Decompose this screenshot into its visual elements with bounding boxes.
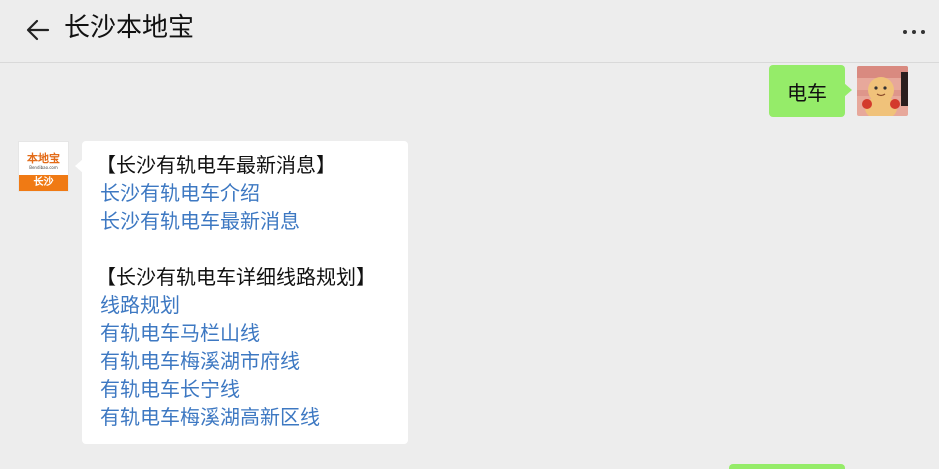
logo-text: 本地宝 (27, 151, 60, 165)
chat-window: 长沙本地宝 电车 本地宝 Bendibao.com 长沙 【长沙有轨电车最新消息… (0, 0, 939, 469)
link-tram-news[interactable]: 长沙有轨电车最新消息 (100, 207, 394, 235)
chat-title: 长沙本地宝 (64, 13, 195, 43)
link-route-planning[interactable]: 线路规划 (100, 291, 394, 319)
link-meixihu-shifu-line[interactable]: 有轨电车梅溪湖市府线 (100, 347, 394, 375)
bot-avatar[interactable]: 本地宝 Bendibao.com 长沙 (18, 141, 69, 192)
cartoon-avatar-icon (857, 66, 908, 116)
sent-message-text: 电车 (787, 80, 827, 105)
logo-city: 长沙 (19, 175, 68, 191)
more-dots-icon (903, 30, 907, 34)
section-title-news: 【长沙有轨电车最新消息】 (96, 153, 336, 177)
more-button[interactable] (897, 20, 931, 44)
chat-header: 长沙本地宝 (0, 0, 939, 63)
link-tram-intro[interactable]: 长沙有轨电车介绍 (100, 179, 394, 207)
next-sent-message-bubble[interactable] (729, 464, 845, 469)
link-meixihu-gaoxin-line[interactable]: 有轨电车梅溪湖高新区线 (100, 403, 394, 431)
back-button[interactable] (18, 10, 58, 50)
back-arrow-icon (26, 19, 50, 41)
link-changning-line[interactable]: 有轨电车长宁线 (100, 375, 394, 403)
link-malanshan-line[interactable]: 有轨电车马栏山线 (100, 319, 394, 347)
received-message-bubble: 【长沙有轨电车最新消息】 长沙有轨电车介绍 长沙有轨电车最新消息 【长沙有轨电车… (75, 141, 408, 444)
logo-url: Bendibao.com (29, 164, 58, 170)
section-title-routes: 【长沙有轨电车详细线路规划】 (96, 265, 376, 289)
user-avatar[interactable] (857, 66, 908, 116)
bendibao-logo: 本地宝 Bendibao.com (19, 142, 68, 176)
sent-message-bubble[interactable]: 电车 (769, 65, 852, 117)
